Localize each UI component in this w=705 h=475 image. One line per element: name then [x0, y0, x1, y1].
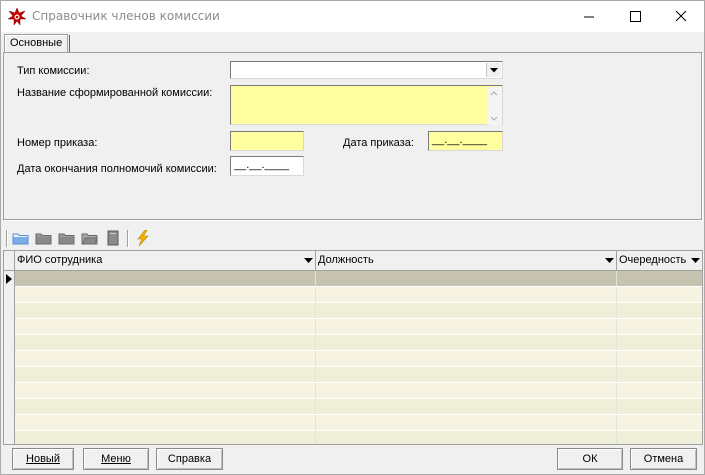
members-grid[interactable]: ФИО сотрудника Должность Очередность: [3, 250, 703, 445]
table-row[interactable]: [15, 287, 702, 303]
order-number-input[interactable]: [230, 131, 304, 151]
table-cell[interactable]: [617, 287, 702, 302]
table-cell[interactable]: [15, 287, 316, 302]
minimize-icon: [584, 16, 594, 18]
table-cell[interactable]: [15, 303, 316, 318]
table-row[interactable]: [15, 399, 702, 415]
indicator-header: [4, 251, 15, 270]
window-title: Справочник членов комиссии: [32, 9, 220, 23]
table-row[interactable]: [15, 271, 702, 287]
combo-dropdown-button[interactable]: [486, 63, 501, 77]
table-cell[interactable]: [316, 431, 617, 444]
menu-button[interactable]: Меню: [83, 448, 149, 470]
table-row[interactable]: [15, 319, 702, 335]
row-indicator-column: [4, 271, 15, 444]
grid-rows: [15, 271, 702, 444]
formed-name-label: Название сформированной комиссии:: [17, 87, 213, 99]
tab-main[interactable]: Основные: [4, 34, 71, 53]
toolbar-separator: [127, 230, 128, 247]
table-cell[interactable]: [617, 351, 702, 366]
maximize-icon: [630, 11, 641, 22]
powers-end-date-input[interactable]: __.__.____: [230, 156, 304, 176]
table-cell[interactable]: [316, 271, 617, 286]
table-cell[interactable]: [617, 431, 702, 444]
minimize-button[interactable]: [566, 1, 612, 32]
table-cell[interactable]: [15, 351, 316, 366]
folder-open-icon[interactable]: [12, 230, 30, 246]
table-cell[interactable]: [617, 319, 702, 334]
ok-button[interactable]: ОК: [557, 448, 623, 470]
table-row[interactable]: [15, 351, 702, 367]
table-cell[interactable]: [15, 367, 316, 382]
grid-toolbar: [3, 227, 701, 249]
table-cell[interactable]: [316, 351, 617, 366]
column-header-position[interactable]: Должность: [316, 251, 617, 270]
cancel-button[interactable]: Отмена: [630, 448, 697, 470]
folder-edit-icon[interactable]: [58, 230, 76, 246]
table-row[interactable]: [15, 383, 702, 399]
table-cell[interactable]: [316, 319, 617, 334]
table-row[interactable]: [15, 303, 702, 319]
document-icon[interactable]: [104, 230, 122, 246]
memo-scrollbar[interactable]: [487, 87, 501, 125]
table-cell[interactable]: [15, 271, 316, 286]
folder-new-icon[interactable]: [35, 230, 53, 246]
chevron-down-icon: [490, 68, 498, 73]
close-icon: [675, 10, 687, 22]
table-cell[interactable]: [617, 415, 702, 430]
table-cell[interactable]: [617, 335, 702, 350]
table-cell[interactable]: [316, 383, 617, 398]
table-cell[interactable]: [617, 367, 702, 382]
table-cell[interactable]: [316, 335, 617, 350]
table-cell[interactable]: [15, 415, 316, 430]
column-header-order[interactable]: Очередность: [617, 251, 702, 270]
sort-dropdown-icon: [605, 258, 614, 263]
app-star-icon: [7, 7, 27, 26]
dialog-window: Справочник членов комиссии Основные Тип …: [0, 0, 705, 475]
table-row[interactable]: [15, 415, 702, 431]
table-cell[interactable]: [15, 431, 316, 444]
grid-header: ФИО сотрудника Должность Очередность: [4, 251, 702, 271]
table-cell[interactable]: [617, 303, 702, 318]
table-cell[interactable]: [316, 303, 617, 318]
table-row[interactable]: [15, 367, 702, 383]
table-cell[interactable]: [15, 383, 316, 398]
table-cell[interactable]: [617, 271, 702, 286]
form-panel: Тип комиссии: Название сформированной ко…: [3, 52, 703, 221]
powers-end-date-label: Дата окончания полномочий комиссии:: [17, 163, 217, 175]
table-row[interactable]: [15, 431, 702, 444]
table-cell[interactable]: [316, 367, 617, 382]
table-cell[interactable]: [617, 399, 702, 414]
column-header-fio[interactable]: ФИО сотрудника: [15, 251, 316, 270]
table-cell[interactable]: [316, 287, 617, 302]
close-button[interactable]: [658, 1, 704, 32]
tab-strip: Основные: [1, 32, 704, 53]
lightning-icon[interactable]: [134, 229, 152, 247]
table-cell[interactable]: [316, 399, 617, 414]
sort-dropdown-icon: [691, 258, 700, 263]
scroll-arrows-icon: [490, 91, 498, 121]
help-button[interactable]: Справка: [156, 448, 223, 470]
order-date-label: Дата приказа:: [343, 137, 414, 149]
folder-delete-icon[interactable]: [81, 230, 99, 246]
sort-dropdown-icon: [304, 258, 313, 263]
table-cell[interactable]: [617, 383, 702, 398]
maximize-button[interactable]: [612, 1, 658, 32]
toolbar-grip: [6, 230, 7, 247]
table-row[interactable]: [15, 335, 702, 351]
new-button[interactable]: Новый: [12, 448, 74, 470]
formed-name-memo[interactable]: [230, 85, 503, 125]
title-bar[interactable]: Справочник членов комиссии: [1, 1, 704, 32]
order-date-input[interactable]: __.__.____: [428, 131, 503, 151]
table-cell[interactable]: [15, 335, 316, 350]
table-cell[interactable]: [15, 399, 316, 414]
table-cell[interactable]: [316, 415, 617, 430]
current-row-indicator-icon: [6, 274, 12, 284]
order-number-label: Номер приказа:: [17, 137, 98, 149]
commission-type-select[interactable]: [230, 61, 503, 79]
table-cell[interactable]: [15, 319, 316, 334]
commission-type-label: Тип комиссии:: [17, 65, 90, 77]
